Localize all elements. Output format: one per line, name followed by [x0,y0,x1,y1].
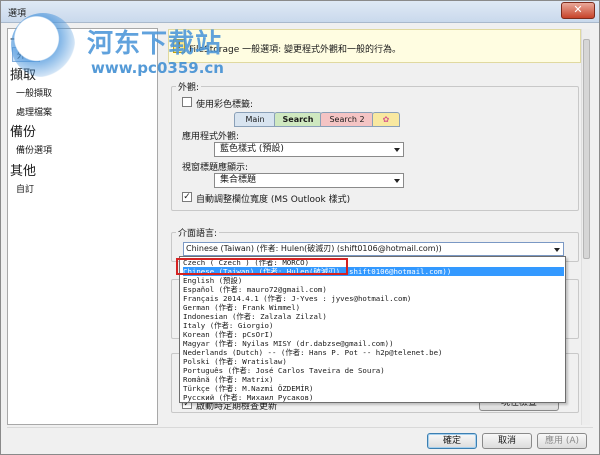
language-dropdown-list[interactable]: Czech ( Czech ) (作者: MORCO) Chinese (Tai… [179,256,566,403]
app-skin-label: 應用程式外觀: [182,132,240,142]
language-option[interactable]: Português (作者: José Carlos Taveira de So… [183,366,564,375]
language-option[interactable]: Polski (作者: Wratislaw) [183,357,564,366]
cancel-button[interactable]: 取消 [482,433,532,449]
tree-item-appearance[interactable]: 外觀 [12,47,41,62]
language-group-label: 介面語言: [176,226,220,239]
tree-item-general-capture[interactable]: 一般擷取 [16,86,52,99]
language-option[interactable]: Русский (作者: Михаил Русаков) [183,393,564,402]
banner-text: FileStorage 一般選項: 變更程式外觀和一般的行為。 [189,45,402,55]
options-window: 選項 ✕ 一般 外觀 擷取 一般擷取 處理檔案 備份 備份選項 其他 自訂 ! … [0,0,600,455]
category-tree[interactable]: 一般 外觀 擷取 一般擷取 處理檔案 備份 備份選項 其他 自訂 [7,28,158,425]
footer-divider [7,427,593,428]
category-capture[interactable]: 擷取 [10,64,36,83]
tree-item-custom[interactable]: 自訂 [16,182,34,195]
app-skin-select[interactable]: 藍色樣式 (預設) [214,142,404,157]
language-option[interactable]: German (作者: Frank Wimmel) [183,303,564,312]
language-option[interactable]: Nederlands (Dutch) -- (作者: Hans P. Pot -… [183,348,564,357]
tree-item-backup-options[interactable]: 備份選項 [16,143,52,156]
appearance-group-label: 外觀: [176,80,202,93]
auto-adjust-label: 自動調整欄位寬度 (MS Outlook 樣式) [196,195,351,205]
category-general[interactable]: 一般 [10,29,36,48]
tab-preview-extra: ✿ [372,112,400,127]
language-option[interactable]: Korean (作者: pCsOrI) [183,330,564,339]
language-selected-value: Chinese (Taiwan) (作者: Hulen(破滅刃) (shift0… [186,244,442,253]
language-option[interactable]: Magyar (作者: Nyilas MISY (dr.dabzse@gmail… [183,339,564,348]
auto-adjust-checkbox[interactable]: ✓ [182,192,192,202]
close-button[interactable]: ✕ [561,2,595,19]
info-icon: ! [173,39,185,53]
chevron-down-icon [394,179,400,183]
chevron-down-icon [394,148,400,152]
scrollbar-thumb[interactable] [583,39,590,259]
language-option[interactable]: English (預設) [183,276,564,285]
language-option[interactable]: Français 2014.4.1 (作者: J-Yves : jyves@ho… [183,294,564,303]
window-title-select[interactable]: 集合標題 [214,173,404,188]
color-tabs-preview: Main Search Search 2 ✿ [216,109,402,127]
window-title-value: 集合標題 [220,175,257,185]
use-color-tabs-checkbox[interactable] [182,97,192,107]
apply-button[interactable]: 應用 (A) [537,433,587,449]
chevron-down-icon [554,248,560,252]
category-backup[interactable]: 備份 [10,121,36,140]
language-option[interactable]: Italy (作者: Giorgio) [183,321,564,330]
language-select[interactable]: Chinese (Taiwan) (作者: Hulen(破滅刃) (shift0… [183,242,564,256]
content-scrollbar[interactable] [581,29,590,425]
language-option[interactable]: Indonesian (作者: Zalzala Zilzal) [183,312,564,321]
app-skin-value: 藍色樣式 (預設) [220,144,284,154]
language-option[interactable]: Türkçe (作者: M.Nazmi ÖZDEMİR) [183,384,564,393]
window-title: 選項 [8,9,27,19]
language-option[interactable]: Română (作者: Matrix) [183,375,564,384]
tree-item-process-files[interactable]: 處理檔案 [16,105,52,118]
title-bar[interactable]: 選項 ✕ [1,1,599,23]
window-title-label: 視窗標題應顯示: [182,163,249,173]
language-option-selected[interactable]: Chinese (Taiwan) (作者: Hulen(破滅刃) (shift0… [183,267,564,276]
ok-button[interactable]: 確定 [427,433,477,449]
tab-preview-search: Search [274,112,322,127]
info-banner: ! FileStorage 一般選項: 變更程式外觀和一般的行為。 [168,29,581,63]
tab-preview-search-2: Search 2 [320,112,374,127]
language-option[interactable]: Español (作者: mauro72@gmail.com) [183,285,564,294]
language-option[interactable]: Czech ( Czech ) (作者: MORCO) [183,258,564,267]
flower-icon: ✿ [382,115,390,124]
category-other[interactable]: 其他 [10,160,36,179]
tab-preview-main: Main [234,112,276,127]
